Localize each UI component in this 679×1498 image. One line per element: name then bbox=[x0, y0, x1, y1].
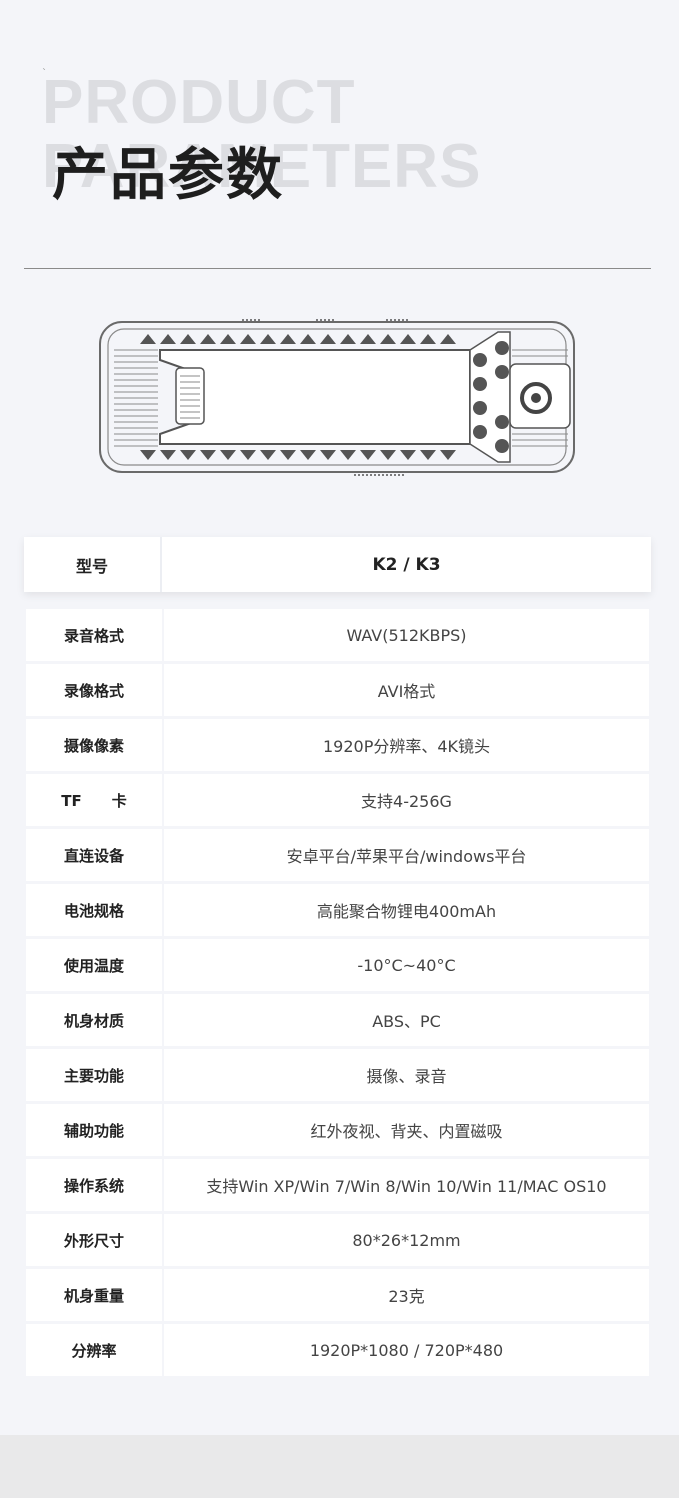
table-row: 辅助功能 红外夜视、背夹、内置磁吸 bbox=[26, 1104, 649, 1156]
table-row: 录像格式 AVI格式 bbox=[26, 664, 649, 716]
spec-value: 支持4-256G bbox=[164, 774, 649, 826]
footer-band bbox=[0, 1435, 679, 1498]
divider bbox=[24, 268, 651, 269]
spec-value: -10°C~40°C bbox=[164, 939, 649, 991]
spec-label: 辅助功能 bbox=[26, 1104, 162, 1156]
spec-value: 80*26*12mm bbox=[164, 1214, 649, 1266]
spec-label: 电池规格 bbox=[26, 884, 162, 936]
model-value: K2 / K3 bbox=[372, 554, 441, 575]
spec-value: 摄像、录音 bbox=[164, 1049, 649, 1101]
device-illustration bbox=[99, 319, 575, 476]
spec-label: 录音格式 bbox=[26, 609, 162, 661]
spec-value: 高能聚合物锂电400mAh bbox=[164, 884, 649, 936]
spec-value: 支持Win XP/Win 7/Win 8/Win 10/Win 11/MAC O… bbox=[164, 1159, 649, 1211]
spec-label: TF 卡 bbox=[26, 774, 162, 826]
table-row: 机身材质 ABS、PC bbox=[26, 994, 649, 1046]
spec-value: 1920P*1080 / 720P*480 bbox=[164, 1324, 649, 1376]
spec-value: AVI格式 bbox=[164, 664, 649, 716]
table-row: 录音格式 WAV(512KBPS) bbox=[26, 609, 649, 661]
spec-label: 外形尺寸 bbox=[26, 1214, 162, 1266]
spec-value: 红外夜视、背夹、内置磁吸 bbox=[164, 1104, 649, 1156]
table-row: 外形尺寸 80*26*12mm bbox=[26, 1214, 649, 1266]
model-label: 型号 bbox=[24, 537, 162, 592]
spec-label: 录像格式 bbox=[26, 664, 162, 716]
table-row: 摄像像素 1920P分辨率、4K镜头 bbox=[26, 719, 649, 771]
table-row: 操作系统 支持Win XP/Win 7/Win 8/Win 10/Win 11/M… bbox=[26, 1159, 649, 1211]
table-row: 主要功能 摄像、录音 bbox=[26, 1049, 649, 1101]
page-title: 产品参数 bbox=[52, 143, 284, 208]
model-header-row: 型号 K2 / K3 bbox=[24, 537, 651, 592]
table-row: 直连设备 安卓平台/苹果平台/windows平台 bbox=[26, 829, 649, 881]
table-row: 分辨率 1920P*1080 / 720P*480 bbox=[26, 1324, 649, 1376]
spec-label: 操作系统 bbox=[26, 1159, 162, 1211]
header-section: ` PRODUCT PARAMETERS 产品参数 bbox=[0, 0, 679, 270]
spec-label: 分辨率 bbox=[26, 1324, 162, 1376]
spec-value: 安卓平台/苹果平台/windows平台 bbox=[164, 829, 649, 881]
spec-label: 摄像像素 bbox=[26, 719, 162, 771]
spec-value: 23克 bbox=[164, 1269, 649, 1321]
table-row: TF 卡支持4-256G bbox=[26, 774, 649, 826]
spec-value: WAV(512KBPS) bbox=[164, 609, 649, 661]
spec-label: 直连设备 bbox=[26, 829, 162, 881]
table-row: 电池规格 高能聚合物锂电400mAh bbox=[26, 884, 649, 936]
spec-table: 录音格式 WAV(512KBPS) 录像格式 AVI格式 摄像像素 1920P分辨率、… bbox=[26, 609, 649, 1379]
spec-label: 机身材质 bbox=[26, 994, 162, 1046]
spec-label: 使用温度 bbox=[26, 939, 162, 991]
bg-title-line1: PRODUCT bbox=[42, 68, 356, 137]
spec-value: 1920P分辨率、4K镜头 bbox=[164, 719, 649, 771]
table-row: 机身重量 23克 bbox=[26, 1269, 649, 1321]
spec-value: ABS、PC bbox=[164, 994, 649, 1046]
spec-label: 主要功能 bbox=[26, 1049, 162, 1101]
spec-label: 机身重量 bbox=[26, 1269, 162, 1321]
table-row: 使用温度 -10°C~40°C bbox=[26, 939, 649, 991]
